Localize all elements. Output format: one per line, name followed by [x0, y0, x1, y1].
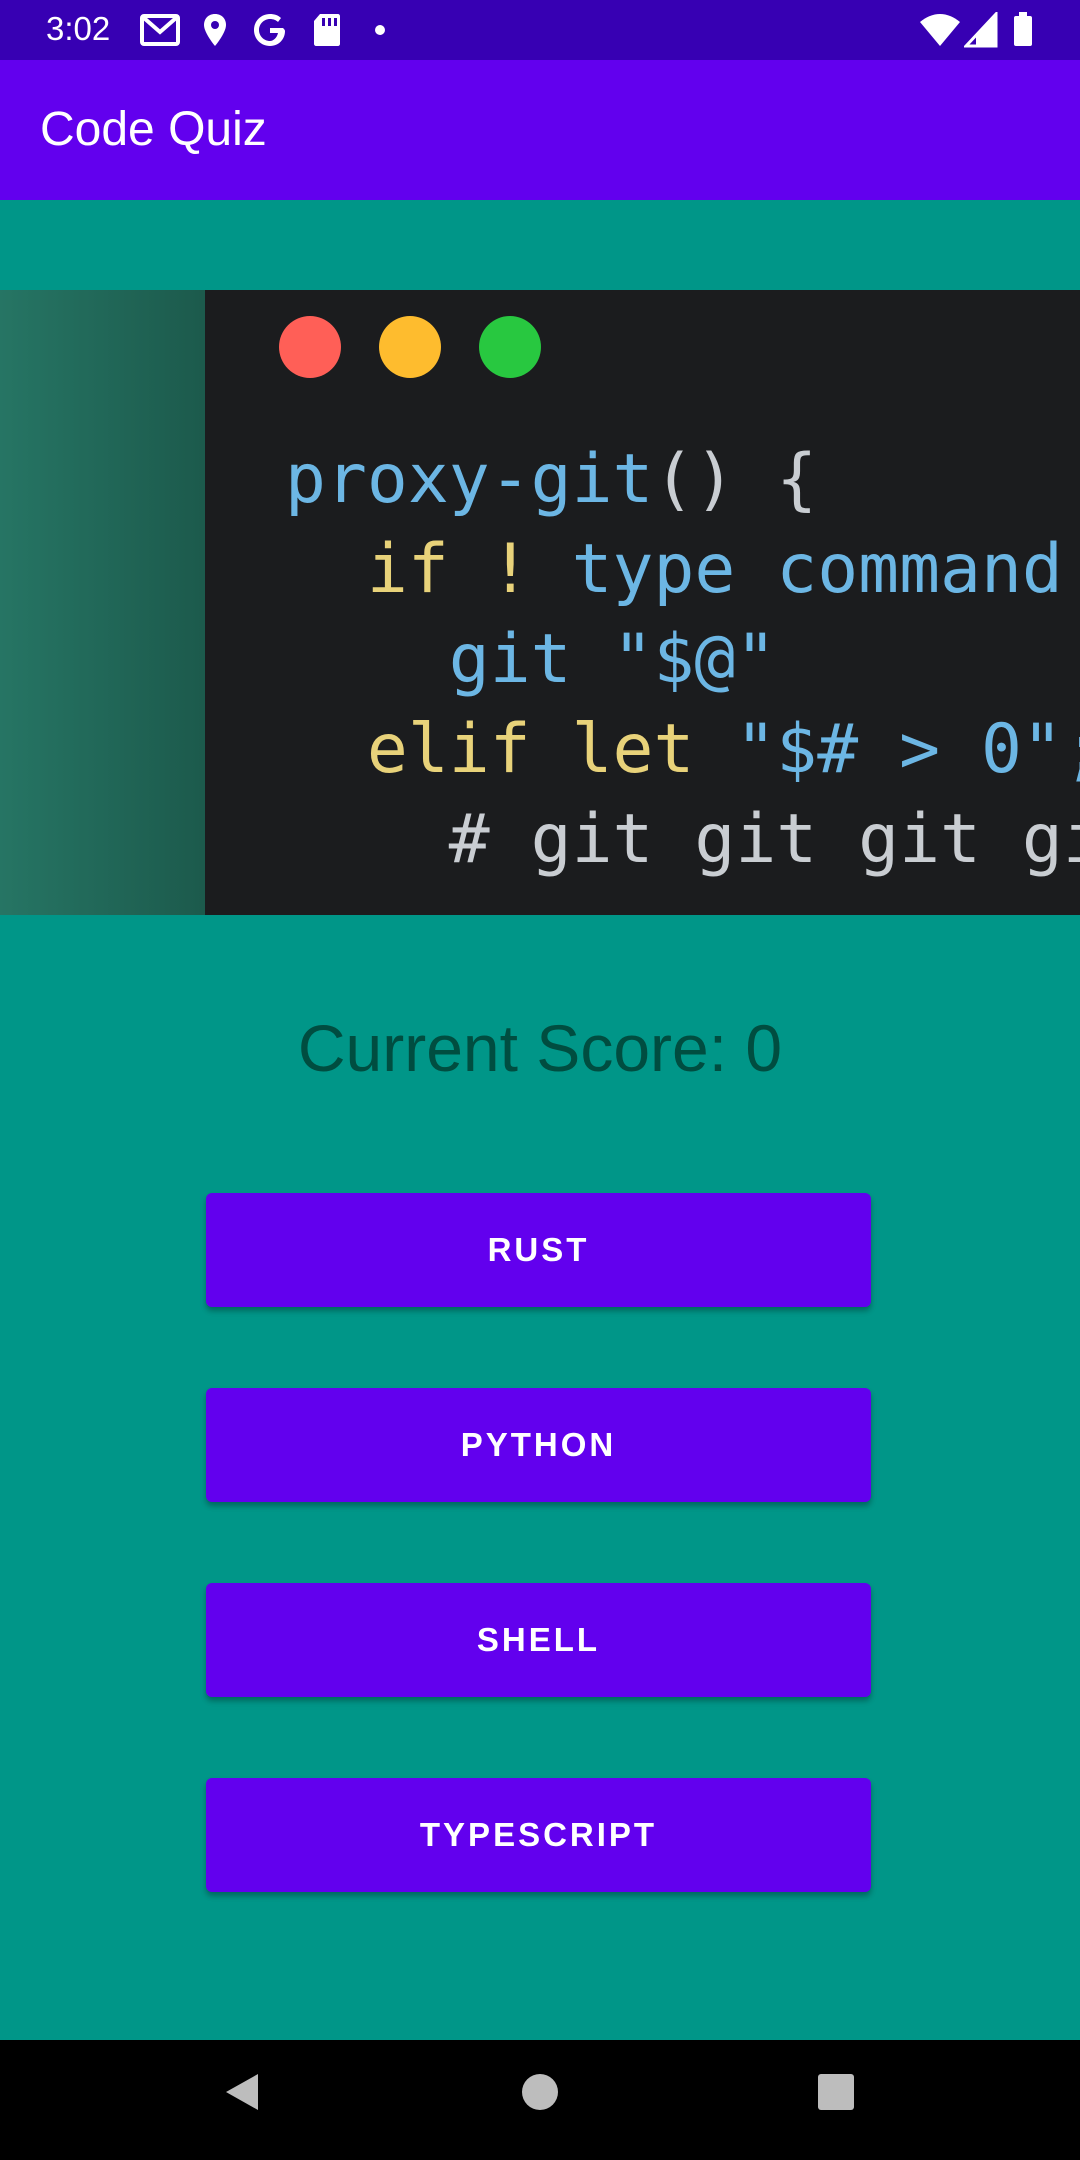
status-time: 3:02 [46, 10, 111, 47]
answer-button-python[interactable]: PYTHON [206, 1388, 871, 1502]
notification-dot-icon [375, 25, 385, 35]
code-line: elif let "$# > 0"; [285, 710, 1080, 789]
code-token: # git git git gi [285, 800, 1080, 879]
back-icon[interactable] [222, 2070, 262, 2114]
window-minimize-dot-icon [379, 316, 441, 378]
image-left-fade [0, 290, 205, 915]
google-icon [254, 14, 285, 46]
app-title: Code Quiz [40, 103, 267, 156]
status-bar: 3:02 [0, 0, 1080, 60]
code-token: "$# > 0"; [735, 710, 1080, 789]
code-line: # git git git gi [285, 800, 1080, 879]
answer-button-shell[interactable]: SHELL [206, 1583, 871, 1697]
code-token: if ! [285, 530, 572, 609]
gmail-icon [140, 14, 180, 46]
code-editor-panel: proxy-git() { if ! type command git "$@"… [205, 290, 1080, 915]
code-snippet-image: proxy-git() { if ! type command git "$@"… [0, 290, 1080, 915]
app-bar: Code Quiz [0, 60, 1080, 200]
code-line: if ! type command [285, 530, 1080, 609]
code-token: type command [571, 530, 1080, 609]
location-pin-icon [204, 14, 226, 46]
answer-button-typescript[interactable]: TYPESCRIPT [206, 1778, 871, 1892]
quiz-screen: 3:02 Code Quiz proxy-git() {if ! type c… [0, 0, 1080, 2160]
code-line: proxy-git() { [285, 440, 817, 519]
battery-icon [1014, 12, 1032, 46]
code-token: git "$@" [285, 620, 777, 699]
code-token: () { [653, 440, 818, 519]
window-close-dot-icon [279, 316, 341, 378]
home-icon[interactable] [520, 2070, 560, 2114]
signal-icon [964, 12, 998, 48]
code-token: proxy-git [285, 440, 654, 519]
recents-icon[interactable] [816, 2070, 856, 2114]
code-line: git "$@" [285, 620, 777, 699]
wifi-icon [920, 14, 960, 46]
answer-button-rust[interactable]: RUST [206, 1193, 871, 1307]
current-score: Current Score: 0 [297, 1011, 783, 1085]
code-token: elif let [285, 710, 736, 789]
navigation-bar [0, 2040, 1080, 2160]
sd-card-icon [314, 14, 340, 46]
window-maximize-dot-icon [479, 316, 541, 378]
